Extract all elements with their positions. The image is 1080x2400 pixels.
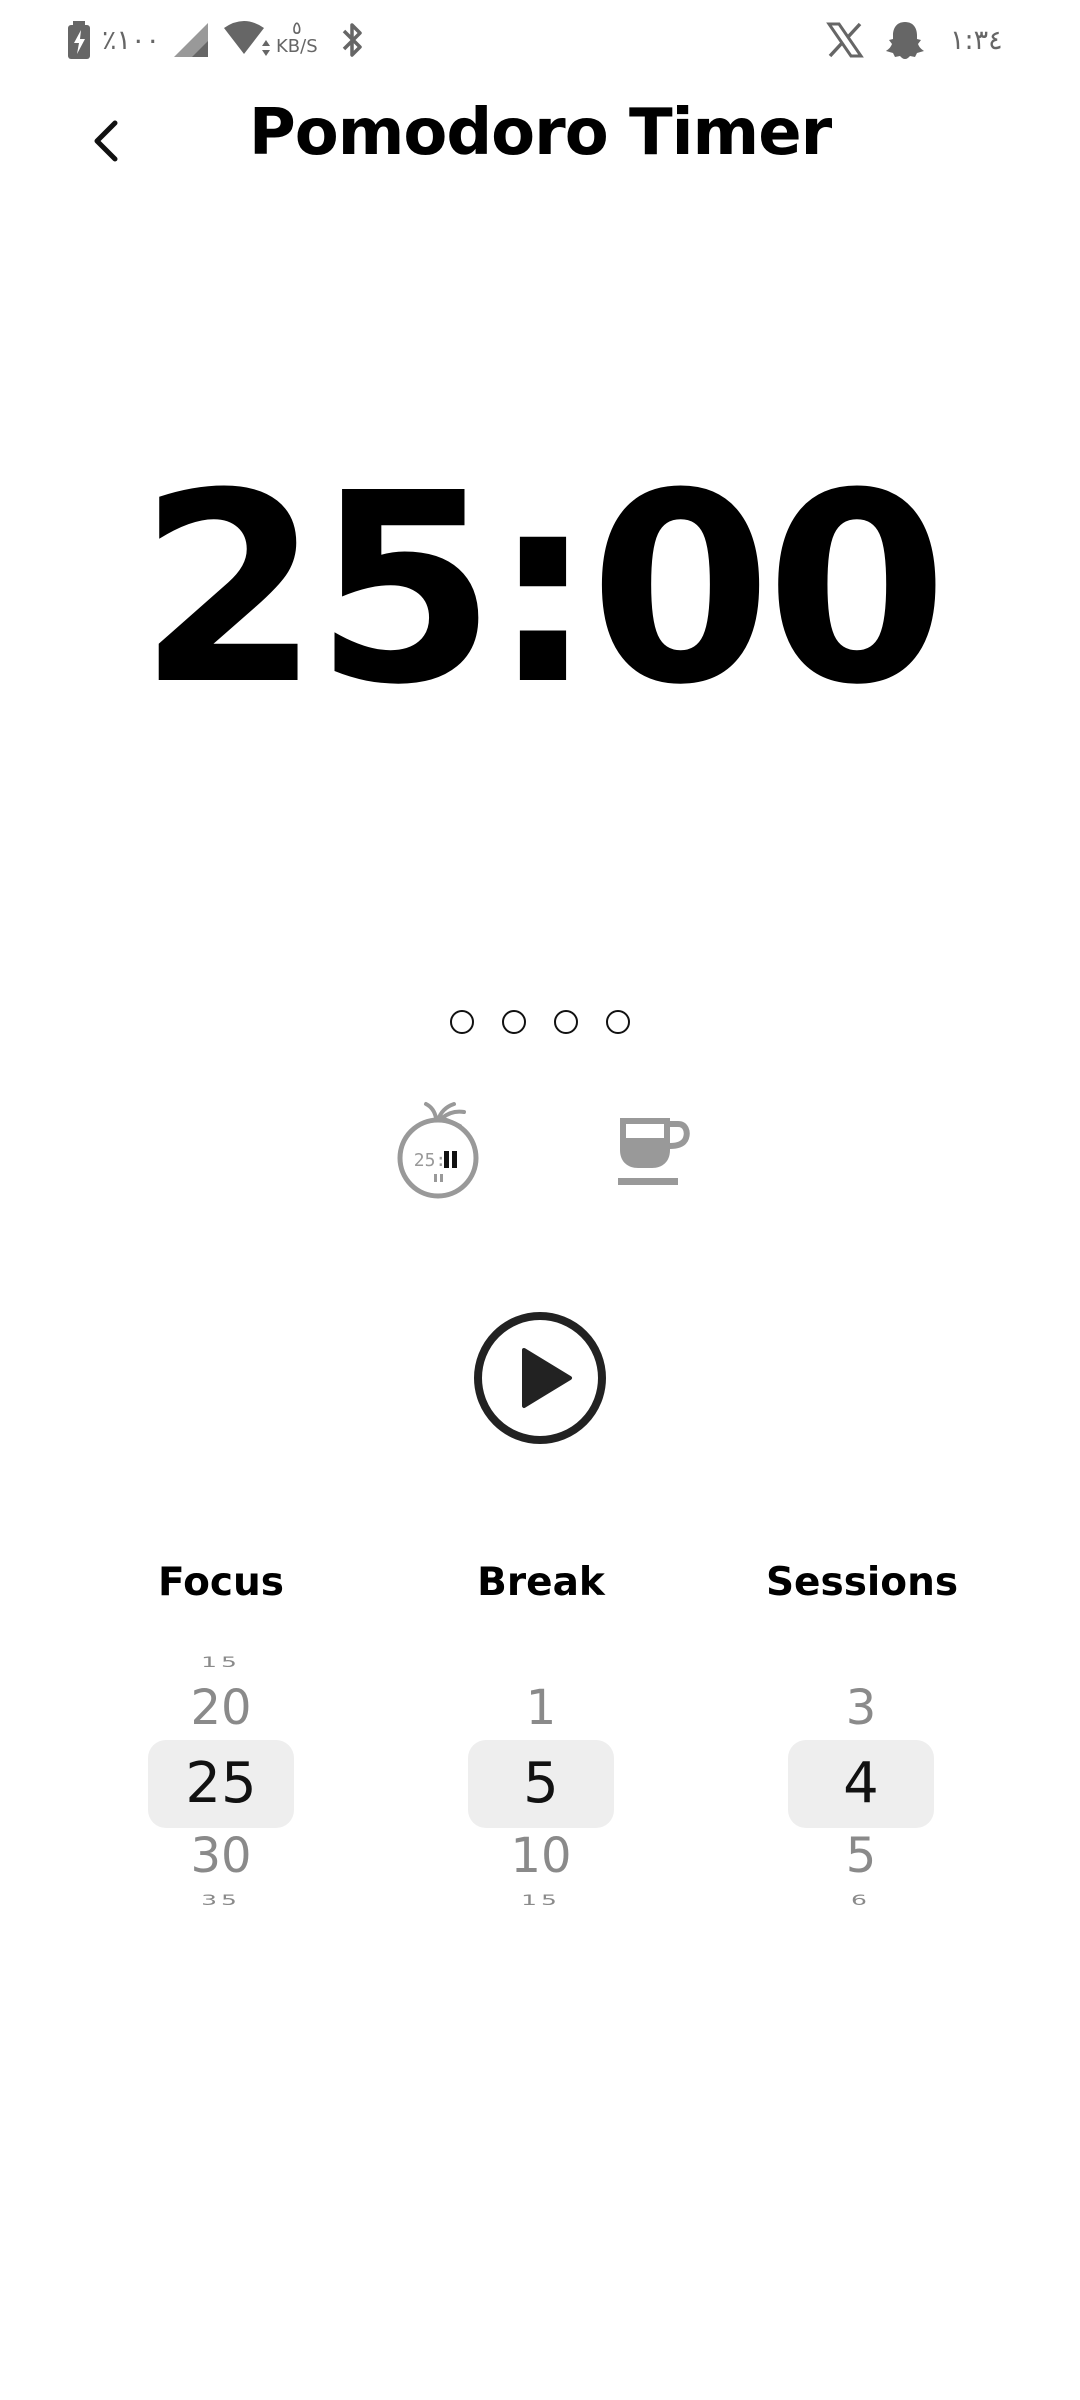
network-speed-unit: KB/S <box>276 36 318 57</box>
tomato-timer-label: 25: <box>414 1150 447 1171</box>
play-circle-icon <box>474 1312 606 1444</box>
picker-option[interactable]: 5 <box>738 1828 984 1884</box>
picker-option[interactable]: 6 <box>738 1893 984 1909</box>
wifi-icon <box>222 18 270 62</box>
timer-display: 25:00 <box>138 437 948 742</box>
bluetooth-icon <box>340 18 366 62</box>
tomato-timer-icon: 25: <box>397 1102 479 1199</box>
coffee-cup-icon <box>618 1118 690 1185</box>
session-progress <box>0 1010 1080 1034</box>
break-mode-button[interactable] <box>614 1110 694 1190</box>
battery-level: ٪١٠٠ <box>102 24 161 56</box>
x-icon <box>826 18 864 62</box>
focus-mode-button[interactable]: 25: <box>390 1096 486 1206</box>
picker-option[interactable]: 3 <box>738 1680 984 1736</box>
sessions-label: Sessions <box>765 1560 959 1605</box>
session-dot <box>554 1010 578 1034</box>
picker-selected-value[interactable]: 25 <box>98 1751 344 1816</box>
session-dot <box>502 1010 526 1034</box>
session-dot <box>606 1010 630 1034</box>
battery-charging-icon <box>66 18 92 62</box>
network-speed: ٥ KB/S <box>276 20 318 64</box>
picker-option[interactable]: 35 <box>98 1893 344 1909</box>
picker-option[interactable]: 15 <box>418 1893 664 1909</box>
picker-option[interactable]: 10 <box>418 1828 664 1884</box>
picker-option[interactable]: 15 <box>98 1655 344 1671</box>
picker-option[interactable]: 20 <box>98 1680 344 1736</box>
page-title: Pomodoro Timer <box>248 96 832 170</box>
clock: ١:٣٤ <box>950 24 1003 56</box>
signal-icon <box>172 18 212 62</box>
break-label: Break <box>477 1560 605 1605</box>
focus-picker[interactable]: 15 20 25 30 35 <box>98 1640 338 1920</box>
status-bar: ٪١٠٠ ٥ KB/S ١:٣٤ <box>0 0 1080 80</box>
sessions-picker[interactable]: 3 4 5 6 <box>738 1640 978 1920</box>
picker-selected-value[interactable]: 5 <box>418 1751 664 1816</box>
break-picker[interactable]: 1 5 10 15 <box>418 1640 658 1920</box>
focus-label: Focus <box>158 1560 284 1605</box>
picker-option[interactable]: 30 <box>98 1828 344 1884</box>
picker-option[interactable]: 1 <box>418 1680 664 1736</box>
session-dot <box>450 1010 474 1034</box>
snapchat-icon <box>884 18 926 62</box>
play-button[interactable] <box>472 1310 608 1446</box>
picker-selected-value[interactable]: 4 <box>738 1751 984 1816</box>
